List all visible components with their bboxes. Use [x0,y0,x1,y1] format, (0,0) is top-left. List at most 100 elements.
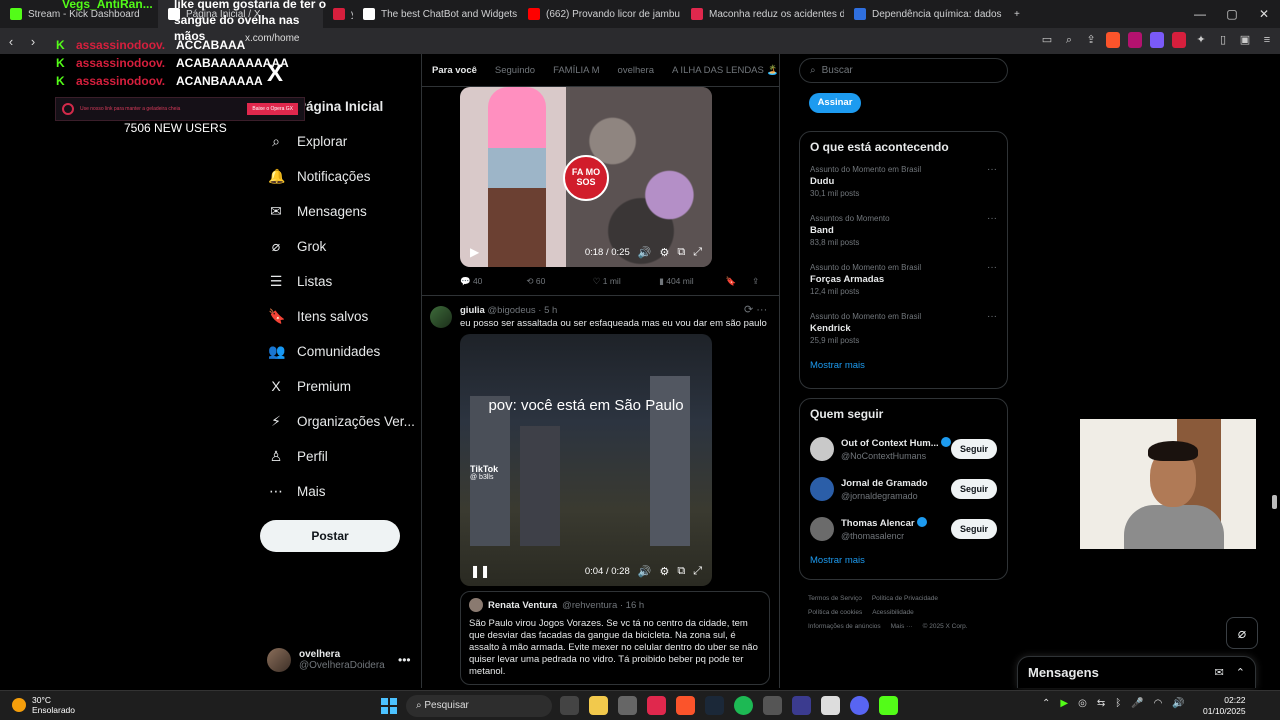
show-more-link[interactable]: Mostrar mais [800,549,1007,574]
post-button[interactable]: Postar [260,520,400,552]
nav-item-bell[interactable]: 🔔 Notificações [268,168,371,184]
spotify-icon[interactable] [734,696,753,715]
windows-start-icon[interactable] [381,698,397,714]
pip-icon[interactable]: ⧉ [677,565,685,578]
account-switcher[interactable]: ovelhera @OvelheraDoidera [267,648,385,672]
tray-icon[interactable]: ⇆ [1097,698,1105,709]
task-view-icon[interactable] [560,696,579,715]
quoted-post[interactable]: Renata Ventura @rehventura · 16 h São Pa… [460,591,770,685]
fullscreen-icon[interactable]: ⤢ [693,246,702,259]
back-icon[interactable]: ‹ [0,34,22,49]
footer-link[interactable]: Mais ··· [891,623,913,630]
file-explorer-icon[interactable] [589,696,608,715]
footer-link[interactable]: Acessibilidade [872,609,914,616]
nav-item-mail[interactable]: ✉ Mensagens [268,203,367,219]
browser-tab[interactable]: (662) Provando licor de jambu #corte [518,0,681,28]
extension-icon[interactable] [1150,32,1164,48]
settings-icon[interactable]: ⚙ [659,246,669,259]
taskbar-search[interactable]: ⌕ Pesquisar [406,695,552,717]
share-icon[interactable]: ⇪ [752,276,772,287]
footer-link[interactable]: Política de Privacidade [872,595,938,602]
follow-suggestion[interactable]: Out of Context Hum... @NoContextHumans Seg… [800,429,1007,469]
nav-item-bolt[interactable]: ⚡ Organizações Ver... [268,413,415,429]
volume-icon[interactable]: 🔊 [638,246,652,259]
share-icon[interactable]: ⇪ [1084,32,1098,48]
extension-icon[interactable] [1172,32,1186,48]
footer-link[interactable]: Política de cookies [808,609,862,616]
chevron-up-icon[interactable]: ⌃ [1042,698,1050,709]
brave-rewards-icon[interactable] [1128,32,1142,48]
more-icon[interactable]: ··· [987,213,997,224]
account-more-icon[interactable]: ••• [398,653,411,667]
fullscreen-icon[interactable]: ⤢ [693,565,702,578]
timeline-tab[interactable]: ovelhera [618,65,654,76]
scrollbar[interactable] [1272,495,1277,509]
menu-icon[interactable]: ≡ [1260,32,1274,48]
new-message-icon[interactable]: ✉ [1215,666,1224,679]
clock[interactable]: 02:22 01/10/2025 [1203,695,1246,717]
close-icon[interactable]: ✕ [1248,0,1280,28]
cast-icon[interactable]: ▭ [1040,32,1054,48]
nav-item-more[interactable]: ⋯ Mais [268,483,326,499]
footer-link[interactable]: © 2025 X Corp. [923,623,968,630]
subscribe-button[interactable]: Assinar [809,93,861,113]
pause-icon[interactable]: ❚❚ [470,564,490,578]
pip-icon[interactable]: ⧉ [677,246,685,259]
trend-item[interactable]: Assunto do Momento em Brasil Kendrick 25,9… [800,309,1007,358]
avatar[interactable] [430,306,452,328]
volume-icon[interactable]: 🔊 [1172,698,1184,709]
post-video[interactable]: pov: você está em São Paulo TikTok @ b3ll… [460,334,712,586]
nav-item-x[interactable]: X Premium [268,378,351,394]
puzzle-icon[interactable]: ✦ [1194,32,1208,48]
post-author[interactable]: giulia [460,305,485,316]
browser-tab[interactable]: Dependência química: dados aponta [844,0,1004,28]
opera-gx-icon[interactable] [647,696,666,715]
search-input[interactable]: ⌕ Buscar [799,58,1008,83]
grok-icon[interactable]: ⌀ [1226,617,1258,649]
brave-icon[interactable] [676,696,695,715]
tray-icon[interactable]: ◎ [1078,698,1087,709]
timeline-tab[interactable]: Seguindo [495,65,535,76]
nav-item-people[interactable]: 👥 Comunidades [268,343,380,359]
nav-item-bookmark[interactable]: 🔖 Itens salvos [268,308,368,324]
bluetooth-icon[interactable]: ᛒ [1115,698,1121,709]
app-icon[interactable] [618,696,637,715]
weather-widget[interactable]: 30°C Ensolarado [12,695,75,715]
mic-icon[interactable]: 🎤 [1131,698,1143,709]
wifi-icon[interactable]: ◠ [1154,698,1163,709]
sidebar-icon[interactable]: ▯ [1216,32,1230,48]
repost-button[interactable]: ⟲ 60 [526,276,592,287]
maximize-icon[interactable]: ▢ [1216,0,1248,28]
follow-button[interactable]: Seguir [951,439,997,459]
settings-icon[interactable]: ⚙ [659,565,669,578]
zoom-icon[interactable]: ⌕ [1062,32,1076,48]
more-icon[interactable]: ··· [987,262,997,273]
nav-item-person[interactable]: ♙ Perfil [268,448,328,464]
reply-button[interactable]: 💬 40 [460,276,526,287]
notepad-icon[interactable] [821,696,840,715]
volume-icon[interactable]: 🔊 [638,565,652,578]
brave-shield-icon[interactable] [1106,32,1120,48]
footer-link[interactable]: Informações de anúncios [808,623,881,630]
play-icon[interactable]: ▶ [470,245,479,259]
follow-button[interactable]: Seguir [951,519,997,539]
browser-tab[interactable]: Maconha reduz os acidentes de trân [681,0,844,28]
browser-tab[interactable]: The best ChatBot and Widgets for Ki [353,0,518,28]
bookmark-icon[interactable]: 🔖 [726,276,753,287]
nav-item-list[interactable]: ☰ Listas [268,273,333,289]
trend-item[interactable]: Assuntos do Momento Band 83,8 mil posts ··· [800,211,1007,260]
new-tab-button[interactable]: + [1004,0,1030,28]
nav-item-search[interactable]: ⌕ Explorar [268,133,347,149]
app-icon[interactable] [792,696,811,715]
like-button[interactable]: ♡ 1 mil [593,276,659,287]
timeline-tab[interactable]: A ILHA DAS LENDAS 🏝️ [672,65,778,76]
expand-icon[interactable]: ⌃ [1236,666,1245,679]
follow-suggestion[interactable]: Thomas Alencar @thomasalencr Seguir [800,509,1007,549]
timeline-tab[interactable]: Para você [432,65,477,76]
wallet-icon[interactable]: ▣ [1238,32,1252,48]
views-button[interactable]: ▮ 404 mil [659,276,725,287]
trend-item[interactable]: Assunto do Momento em Brasil Dudu 30,1 mil… [800,162,1007,211]
discord-icon[interactable] [850,696,869,715]
minimize-icon[interactable]: — [1184,0,1216,28]
app-icon[interactable] [763,696,782,715]
